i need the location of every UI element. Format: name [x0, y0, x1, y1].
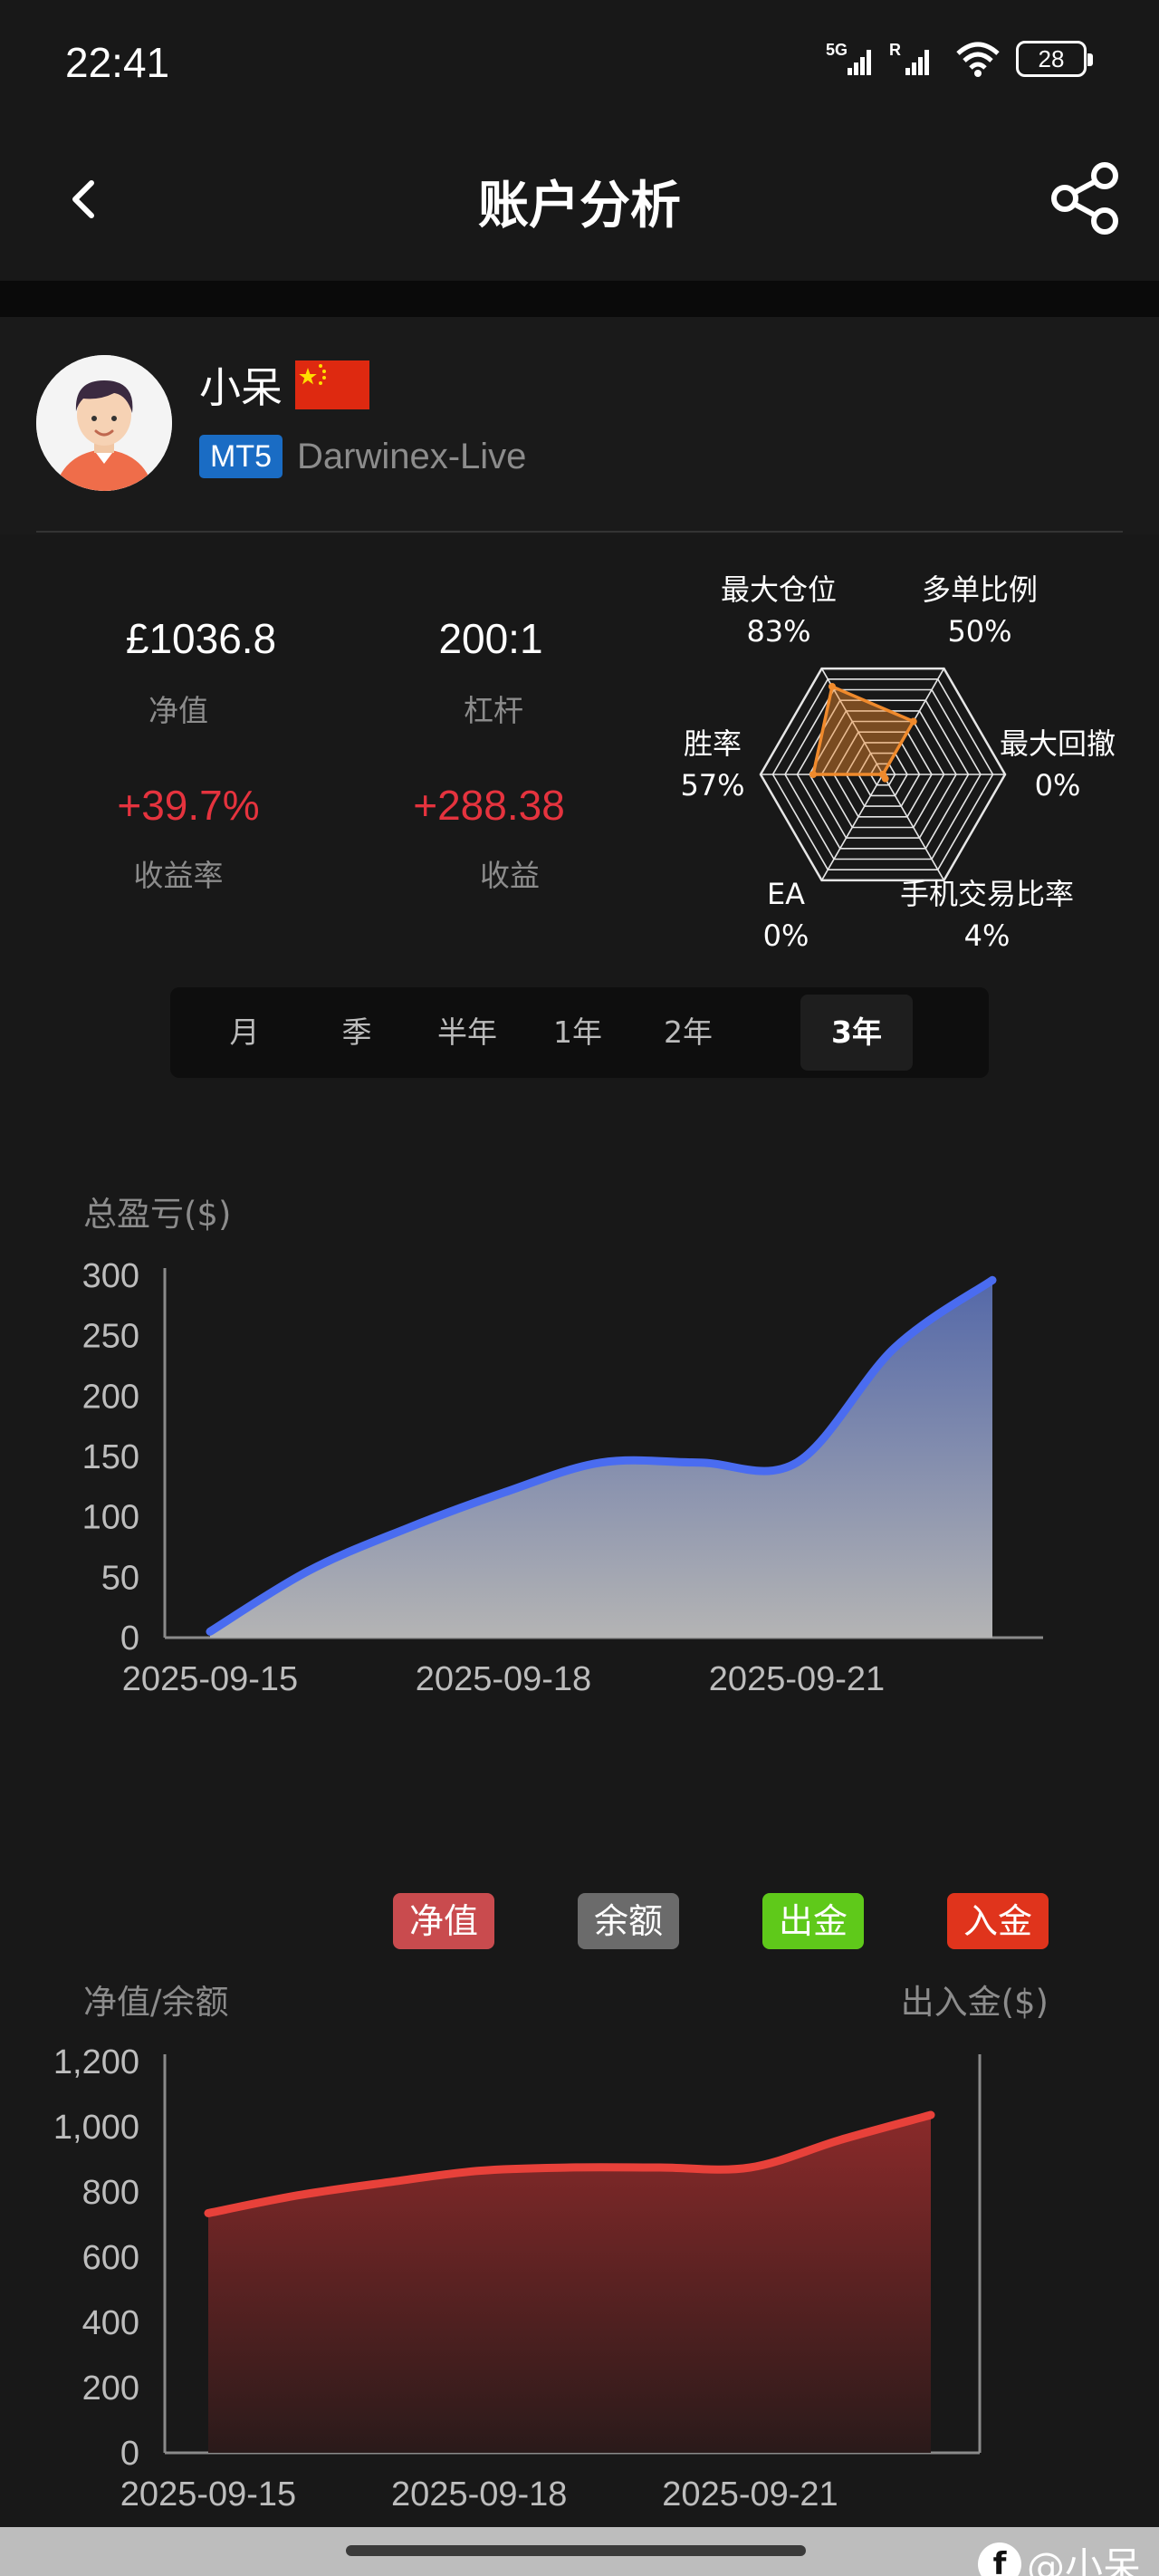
radar-axis-win-rate: 胜率 57% [663, 723, 762, 806]
share-button[interactable] [1045, 158, 1126, 239]
network-2-text: R [889, 41, 901, 59]
y-tick-label: 600 [82, 2239, 139, 2277]
y-tick-label: 400 [82, 2304, 139, 2342]
legend-balance[interactable]: 余额 [578, 1893, 680, 1949]
radar-value-3: 4% [963, 918, 1011, 953]
x-tick-label: 2025-09-18 [391, 2475, 567, 2514]
y-tick-label: 300 [82, 1257, 139, 1295]
radar-point [809, 771, 818, 778]
legend-equity[interactable]: 净值 [393, 1893, 495, 1949]
header: 账户分析 [0, 127, 1159, 281]
return-rate-label: 收益率 [133, 858, 224, 893]
x-tick-label: 2025-09-21 [709, 1660, 885, 1698]
y-tick-label: 200 [82, 2369, 139, 2408]
page-title: 账户分析 [478, 177, 681, 235]
status-bar: 22:41 5G R 28 [0, 0, 1159, 127]
radar-point [828, 682, 836, 690]
tab-1-year[interactable]: 1年 [522, 995, 634, 1071]
y-tick-label: 250 [82, 1318, 139, 1356]
server-name: Darwinex-Live [297, 437, 527, 476]
legend-deposit[interactable]: 入金 [947, 1893, 1049, 1949]
y-tick-label: 1,200 [53, 2043, 139, 2081]
radar-label-2: 最大回撤 [999, 726, 1116, 761]
tab-half-year[interactable]: 半年 [411, 995, 523, 1071]
leverage-value: 200:1 [438, 615, 543, 662]
radar-label-4: EA [766, 877, 806, 911]
radar-value-0: 83% [746, 614, 811, 649]
profit-label: 收益 [480, 858, 540, 893]
return-rate-value: +39.7% [117, 782, 260, 829]
radar-point [909, 717, 917, 726]
avatar[interactable] [36, 355, 172, 491]
radar-label-3: 手机交易比率 [899, 877, 1074, 911]
radar-value-5: 57% [680, 768, 745, 803]
wifi-icon [956, 42, 1000, 77]
watermark: f @小呆 [977, 2536, 1141, 2576]
y-tick-label: 50 [101, 1559, 139, 1597]
y-tick-label: 800 [82, 2174, 139, 2212]
equity-label: 净值 [148, 693, 208, 728]
y-tick-label: 150 [82, 1438, 139, 1476]
radar-value-1: 50% [947, 614, 1012, 649]
tab-3-year[interactable]: 3年 [800, 995, 913, 1071]
leverage-label: 杠杆 [464, 693, 523, 728]
china-flag-icon [295, 360, 369, 409]
radar-axis-max-drawdown: 最大回撤 0% [985, 723, 1130, 806]
radar-axis-ea: EA 0% [750, 873, 822, 956]
signal-5g-icon: 5G [826, 41, 871, 75]
radar-value-2: 0% [1034, 768, 1081, 803]
legend-withdraw[interactable]: 出金 [762, 1893, 865, 1949]
watermark-text: @小呆 [1026, 2544, 1141, 2576]
y-tick-label: 100 [82, 1499, 139, 1537]
home-indicator[interactable] [346, 2545, 806, 2556]
share-icon [1051, 162, 1118, 235]
radar-axis-mobile-ratio: 手机交易比率 4% [869, 873, 1105, 956]
period-tabs: 月 季 半年 1年 2年 3年 [170, 987, 989, 1078]
equity-balance-chart: 0 200 400 600 800 1,000 1,200 2025-09-15 2025-09… [53, 2043, 982, 2514]
y-tick-label: 1,000 [53, 2109, 139, 2147]
network-1-text: 5G [826, 41, 848, 59]
chart1-y-label: 总盈亏($) [83, 1195, 232, 1234]
x-tick-label: 2025-09-15 [120, 2475, 296, 2514]
radar-label-1: 多单比例 [921, 572, 1038, 607]
tab-month[interactable]: 月 [188, 995, 301, 1071]
section-separator [0, 281, 1159, 317]
radar-axis-max-position: 最大仓位 83% [706, 569, 851, 652]
chart2-left-y-label: 净值/余额 [83, 1983, 229, 2022]
signal-r-icon: R [889, 41, 929, 75]
status-icons: 5G R 28 [826, 36, 1093, 82]
divider [36, 531, 1123, 533]
user-name: 小呆 [199, 363, 283, 412]
battery-icon: 28 [1016, 41, 1093, 77]
total-pnl-chart: 0 50 100 150 200 250 300 2025-09-15 2025-09-18 20… [82, 1257, 1043, 1698]
avatar-illustration [36, 355, 172, 491]
profile-card: 小呆 MT5 Darwinex-Live [0, 317, 1159, 534]
radar-label-0: 最大仓位 [720, 572, 837, 607]
y-tick-label: 0 [120, 1620, 139, 1658]
radar-axis-long-ratio: 多单比例 50% [889, 569, 1070, 652]
equity-value: £1036.8 [125, 615, 277, 662]
tab-quarter[interactable]: 季 [301, 995, 413, 1071]
tab-2-year[interactable]: 2年 [632, 995, 744, 1071]
x-tick-label: 2025-09-15 [122, 1660, 298, 1698]
x-tick-label: 2025-09-18 [416, 1660, 591, 1698]
radar-point [879, 771, 886, 778]
watermark-logo-icon: f [977, 2542, 1021, 2576]
x-tick-label: 2025-09-21 [662, 2475, 838, 2514]
profit-value: +288.38 [413, 782, 565, 829]
radar-value-4: 0% [762, 918, 809, 953]
radar-chart: 最大仓位 83% 多单比例 50% 最大回撤 0% 手机交易比率 4% EA 0… [652, 562, 1159, 969]
radar-label-5: 胜率 [683, 726, 742, 761]
y-tick-label: 0 [120, 2435, 139, 2473]
platform-badge: MT5 [199, 435, 283, 478]
chart2-right-y-label: 出入金($) [900, 1983, 1049, 2022]
y-tick-label: 200 [82, 1378, 139, 1416]
status-time: 22:41 [65, 39, 170, 86]
